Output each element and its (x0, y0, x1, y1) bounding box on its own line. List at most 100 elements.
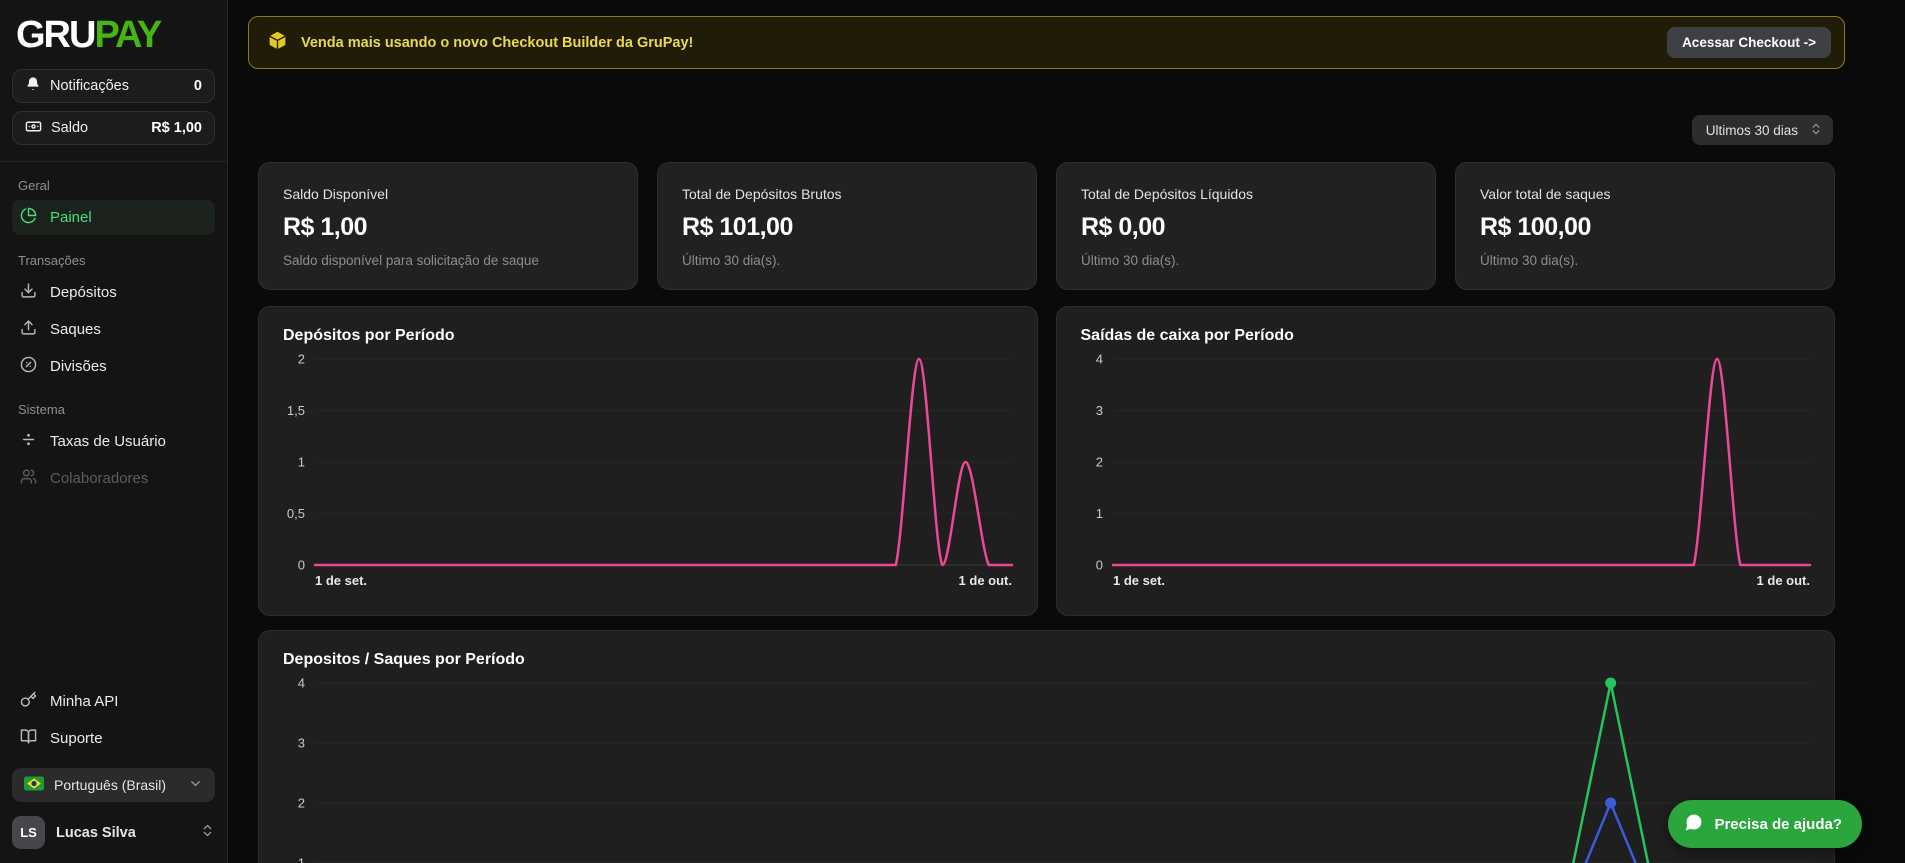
balance-value: R$ 1,00 (151, 120, 202, 136)
stat-card-depositos-brutos: Total de Depósitos Brutos R$ 101,00 Últi… (657, 162, 1037, 290)
period-select[interactable]: Ultimos 30 dias (1692, 115, 1833, 145)
stat-subtext: Último 30 dia(s). (1081, 253, 1411, 268)
chart-title: Saídas de caixa por Período (1081, 327, 1819, 345)
main-content: Venda mais usando o novo Checkout Builde… (228, 0, 1905, 863)
stat-label: Total de Depósitos Líquidos (1081, 186, 1411, 202)
language-selector[interactable]: Português (Brasil) (12, 768, 215, 802)
banknote-icon (25, 118, 42, 139)
sidebar-item-label: Divisões (50, 358, 107, 375)
section-geral: Geral (18, 178, 209, 193)
sidebar-item-label: Painel (50, 209, 92, 226)
download-icon (20, 282, 37, 303)
saidas-de-caixa-chart: 0 1 2 3 4 1 de set. 1 de out. (1073, 351, 1818, 591)
sidebar-item-taxas-de-usuario[interactable]: Taxas de Usuário (12, 424, 215, 459)
svg-text:1 de set.: 1 de set. (1113, 573, 1165, 588)
svg-text:3: 3 (298, 736, 305, 751)
user-menu[interactable]: LS Lucas Silva (12, 816, 215, 849)
user-name: Lucas Silva (56, 825, 136, 841)
balance-label: Saldo (51, 120, 88, 136)
svg-text:3: 3 (1095, 403, 1102, 418)
stat-value: R$ 100,00 (1480, 213, 1810, 242)
sidebar: GRUPAY Notificações 0 Saldo R$ 1,00 Gera… (0, 0, 228, 863)
logo-pay: PAY (94, 14, 160, 56)
svg-text:2: 2 (298, 352, 305, 367)
brazil-flag-icon (24, 776, 44, 794)
sidebar-item-label: Suporte (50, 730, 103, 747)
section-transacoes: Transações (18, 253, 209, 268)
svg-text:2: 2 (1095, 455, 1102, 470)
stat-subtext: Saldo disponível para solicitação de saq… (283, 253, 613, 268)
stats-row: Saldo Disponível R$ 1,00 Saldo disponíve… (258, 162, 1835, 290)
sidebar-item-label: Depósitos (50, 284, 117, 301)
avatar: LS (12, 816, 45, 849)
svg-text:1: 1 (1095, 506, 1102, 521)
help-button-label: Precisa de ajuda? (1714, 816, 1842, 833)
chart-title: Depósitos por Período (283, 327, 1021, 345)
promo-banner: Venda mais usando o novo Checkout Builde… (248, 16, 1845, 69)
sidebar-bottom: Minha API Suporte Português (Brasil) LS … (0, 684, 227, 849)
sidebar-item-colaboradores[interactable]: Colaboradores (12, 461, 215, 496)
package-icon (267, 30, 288, 55)
svg-text:0,5: 0,5 (287, 506, 305, 521)
stat-subtext: Último 30 dia(s). (1480, 253, 1810, 268)
stat-subtext: Último 30 dia(s). (682, 253, 1012, 268)
stat-value: R$ 0,00 (1081, 213, 1411, 242)
charts-row: Depósitos por Período 0 0,5 1 1,5 2 1 de set.… (258, 306, 1835, 616)
svg-text:1 de set.: 1 de set. (315, 573, 367, 588)
depositos-saques-chart-card: Depositos / Saques por Período 01234 (258, 630, 1835, 863)
svg-text:1: 1 (298, 856, 305, 863)
svg-text:1 de out.: 1 de out. (1756, 573, 1809, 588)
stat-value: R$ 101,00 (682, 213, 1012, 242)
upload-icon (20, 319, 37, 340)
svg-text:2: 2 (298, 796, 305, 811)
pie-chart-icon (20, 207, 37, 228)
percent-circle-icon (20, 356, 37, 377)
language-label: Português (Brasil) (54, 777, 166, 793)
stat-label: Valor total de saques (1480, 186, 1810, 202)
svg-text:1 de out.: 1 de out. (959, 573, 1012, 588)
svg-text:4: 4 (298, 676, 305, 691)
balance-button[interactable]: Saldo R$ 1,00 (12, 111, 215, 145)
chart-title: Depositos / Saques por Período (283, 651, 1818, 669)
chevrons-up-down-icon (200, 823, 215, 842)
promo-banner-text: Venda mais usando o novo Checkout Builde… (301, 35, 693, 51)
sidebar-item-label: Taxas de Usuário (50, 433, 166, 450)
saidas-chart-card: Saídas de caixa por Período 0 1 2 3 4 1 de se… (1056, 306, 1836, 616)
sidebar-item-saques[interactable]: Saques (12, 312, 215, 347)
notifications-button[interactable]: Notificações 0 (12, 69, 215, 103)
sidebar-divider (0, 161, 227, 162)
book-open-icon (20, 728, 37, 749)
logo-gru: GRU (16, 14, 94, 56)
depositos-saques-chart: 01234 (275, 675, 1818, 863)
toolbar: Ultimos 30 dias (228, 115, 1833, 145)
divide-icon (20, 431, 37, 452)
section-sistema: Sistema (18, 402, 209, 417)
svg-text:1,5: 1,5 (287, 403, 305, 418)
users-icon (20, 468, 37, 489)
sidebar-item-minha-api[interactable]: Minha API (12, 684, 215, 719)
notifications-count-badge: 0 (194, 78, 202, 94)
stat-label: Total de Depósitos Brutos (682, 186, 1012, 202)
chevrons-up-down-icon (1809, 122, 1823, 139)
svg-text:1: 1 (298, 455, 305, 470)
stat-card-depositos-liquidos: Total de Depósitos Líquidos R$ 0,00 Últi… (1056, 162, 1436, 290)
grupay-logo: GRUPAY (0, 0, 227, 69)
svg-text:4: 4 (1095, 352, 1102, 367)
svg-text:0: 0 (1095, 558, 1102, 573)
sidebar-item-label: Minha API (50, 693, 118, 710)
svg-text:0: 0 (298, 558, 305, 573)
sidebar-item-suporte[interactable]: Suporte (12, 721, 215, 756)
help-button[interactable]: Precisa de ajuda? (1668, 800, 1862, 848)
acessar-checkout-button[interactable]: Acessar Checkout -> (1667, 27, 1831, 58)
sidebar-item-divisoes[interactable]: Divisões (12, 349, 215, 384)
stat-label: Saldo Disponível (283, 186, 613, 202)
sidebar-item-label: Saques (50, 321, 101, 338)
sidebar-item-label: Colaboradores (50, 470, 148, 487)
depositos-chart-card: Depósitos por Período 0 0,5 1 1,5 2 1 de set.… (258, 306, 1038, 616)
stat-card-valor-saques: Valor total de saques R$ 100,00 Último 3… (1455, 162, 1835, 290)
chevron-down-icon (188, 776, 203, 794)
sidebar-item-painel[interactable]: Painel (12, 200, 215, 235)
stat-value: R$ 1,00 (283, 213, 613, 242)
sidebar-item-depositos[interactable]: Depósitos (12, 275, 215, 310)
bell-icon (25, 76, 41, 96)
